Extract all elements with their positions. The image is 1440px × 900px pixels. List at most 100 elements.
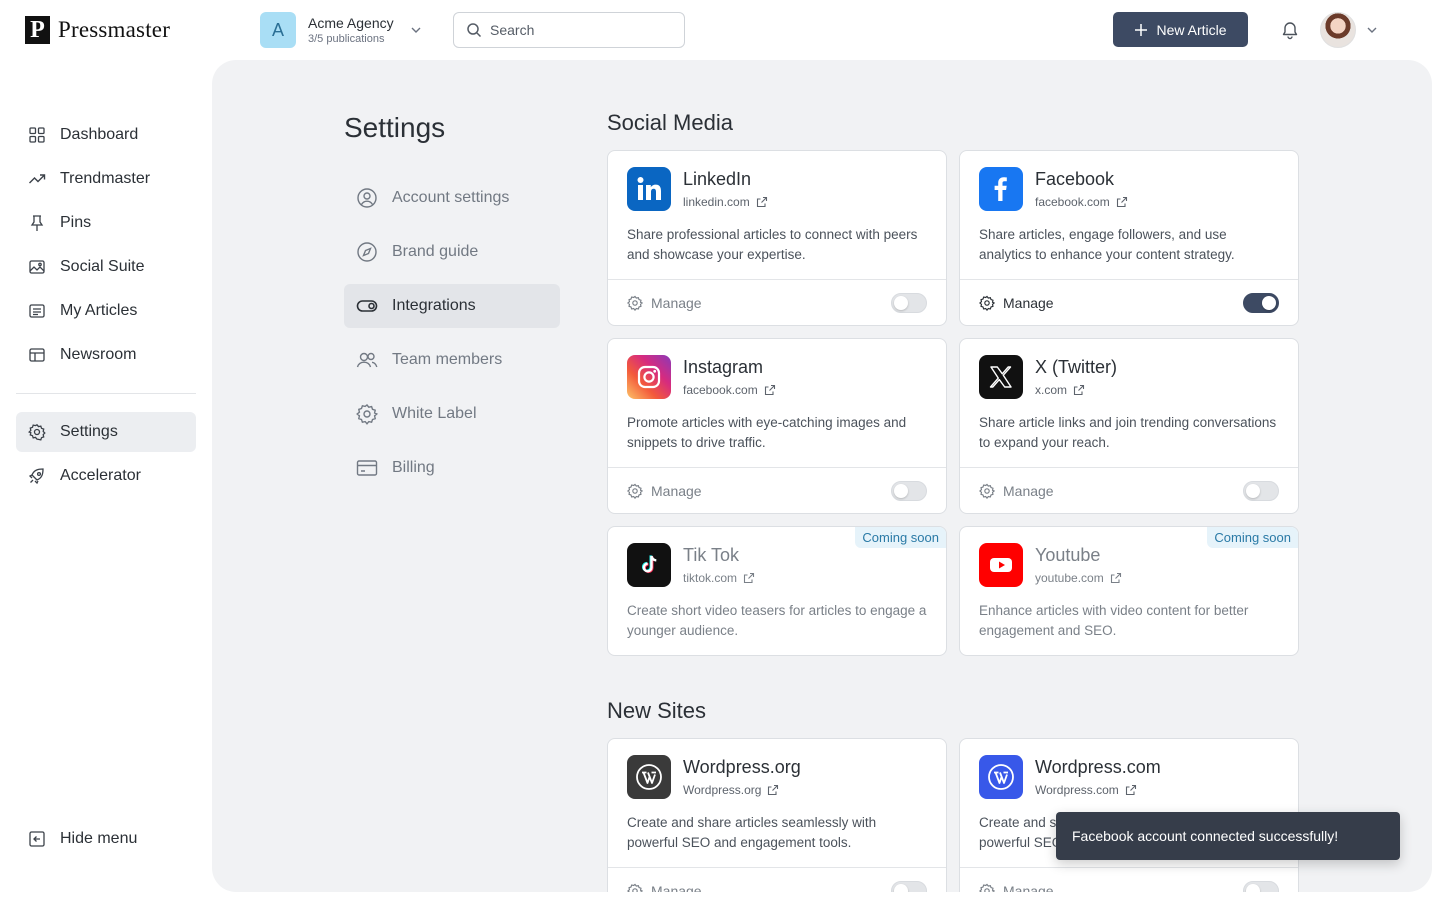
manage-label: Manage	[651, 482, 702, 499]
integration-url[interactable]: Wordpress.com	[1035, 783, 1161, 797]
new-article-button[interactable]: New Article	[1113, 12, 1248, 47]
manage-button[interactable]: Manage	[627, 882, 702, 893]
sidebar: Dashboard Trendmaster Pins Social Suite …	[16, 115, 196, 500]
integration-toggle[interactable]	[1243, 292, 1279, 313]
toast-message: Facebook account connected successfully!	[1072, 828, 1339, 844]
manage-button[interactable]: Manage	[979, 295, 1054, 311]
integration-url-text: x.com	[1035, 383, 1068, 397]
org-publications: 3/5 publications	[308, 33, 385, 45]
org-name: Acme Agency	[308, 15, 394, 31]
sidebar-item-label: Settings	[60, 423, 118, 440]
sidebar-item-pins[interactable]: Pins	[16, 203, 196, 243]
app-name: Pressmaster	[58, 17, 171, 42]
integration-name: Instagram	[683, 357, 764, 377]
toast-notification: Facebook account connected successfully!	[1056, 812, 1400, 860]
integration-toggle[interactable]	[891, 292, 927, 313]
avatar	[1320, 12, 1356, 48]
sidebar-item-my-articles[interactable]: My Articles	[16, 291, 196, 331]
settings-nav-team-members[interactable]: Team members	[344, 338, 560, 382]
settings-nav-white-label[interactable]: White Label	[344, 392, 560, 436]
integration-card-instagram: Instagram facebook.com Promote articles …	[607, 338, 947, 514]
integration-url-text: linkedin.com	[683, 195, 750, 209]
chevron-down-icon	[411, 27, 421, 33]
integration-name: LinkedIn	[683, 169, 752, 189]
manage-label: Manage	[1003, 482, 1054, 499]
integration-name: Wordpress.com	[1035, 757, 1161, 777]
sidebar-item-settings[interactable]: Settings	[16, 412, 196, 452]
sidebar-item-label: My Articles	[60, 302, 138, 319]
integration-url[interactable]: tiktok.com	[683, 571, 755, 585]
image-icon	[29, 260, 45, 274]
integration-url[interactable]: linkedin.com	[683, 195, 768, 209]
integration-url[interactable]: Wordpress.org	[683, 783, 801, 797]
integration-name: Wordpress.org	[683, 757, 801, 777]
manage-button[interactable]: Manage	[627, 295, 702, 311]
gear-icon	[627, 483, 643, 499]
hide-menu-label: Hide menu	[60, 830, 138, 847]
sidebar-item-social-suite[interactable]: Social Suite	[16, 247, 196, 287]
manage-label: Manage	[651, 294, 702, 311]
sidebar-item-dashboard[interactable]: Dashboard	[16, 115, 196, 155]
external-link-icon	[743, 572, 755, 584]
external-link-icon	[1073, 384, 1085, 396]
compass-icon	[357, 242, 377, 262]
manage-label: Manage	[651, 882, 702, 893]
gear-icon	[627, 295, 643, 311]
settings-nav-brand-guide[interactable]: Brand guide	[344, 230, 560, 274]
integration-description: Share articles, engage followers, and us…	[979, 227, 1235, 262]
external-link-icon	[1125, 784, 1136, 796]
settings-nav-integrations[interactable]: Integrations	[344, 284, 560, 328]
integration-url-text: facebook.com	[683, 383, 758, 397]
integration-toggle[interactable]	[1243, 880, 1279, 892]
app-logo[interactable]: P Pressmaster	[25, 16, 170, 44]
integration-card-facebook: Facebook facebook.com Share articles, en…	[959, 150, 1299, 326]
integration-description: Share article links and join trending co…	[979, 415, 1277, 450]
wordpress-icon	[979, 755, 1023, 799]
integration-toggle[interactable]	[1243, 480, 1279, 501]
bell-icon[interactable]	[1280, 20, 1300, 40]
gear-icon	[979, 295, 995, 311]
manage-button[interactable]: Manage	[979, 883, 1054, 892]
integration-toggle[interactable]	[891, 880, 927, 892]
section-title-social: Social Media	[607, 110, 733, 135]
plus-icon	[1135, 23, 1148, 36]
hide-menu-button[interactable]: Hide menu	[16, 819, 196, 859]
users-icon	[356, 352, 378, 368]
integration-name: Youtube	[1035, 545, 1101, 565]
sidebar-item-accelerator[interactable]: Accelerator	[16, 456, 196, 496]
manage-button[interactable]: Manage	[979, 483, 1054, 499]
settings-nav-account[interactable]: Account settings	[344, 176, 560, 220]
top-bar: P Pressmaster A Acme Agency 3/5 publicat…	[0, 0, 1440, 60]
search-box[interactable]	[453, 12, 685, 48]
integration-card-wordpress-org: Wordpress.org Wordpress.org Create and s…	[607, 738, 947, 892]
search-input[interactable]	[490, 22, 670, 38]
rocket-icon	[28, 468, 44, 485]
gear-icon	[28, 423, 46, 441]
sidebar-item-trendmaster[interactable]: Trendmaster	[16, 159, 196, 199]
integration-card-youtube: Coming soon Youtube youtube.com Enhance …	[959, 526, 1299, 656]
integration-url[interactable]: facebook.com	[683, 383, 776, 397]
youtube-icon	[979, 543, 1023, 587]
integration-url[interactable]: youtube.com	[1035, 571, 1122, 585]
integration-name: X (Twitter)	[1035, 357, 1118, 377]
user-menu[interactable]	[1320, 12, 1378, 48]
integration-toggle[interactable]	[891, 480, 927, 501]
main-content: Settings Account settings Brand guide In…	[212, 60, 1432, 892]
integration-url[interactable]: x.com	[1035, 383, 1117, 397]
integration-url[interactable]: facebook.com	[1035, 195, 1128, 209]
gear-icon	[627, 883, 643, 892]
new-article-label: New Article	[1156, 21, 1227, 38]
sidebar-item-label: Accelerator	[60, 467, 141, 484]
manage-button[interactable]: Manage	[627, 483, 702, 499]
integration-card-x: X (Twitter) x.com Share article links an…	[959, 338, 1299, 514]
external-link-icon	[1110, 572, 1121, 584]
sidebar-item-newsroom[interactable]: Newsroom	[16, 335, 196, 375]
settings-nav-label: Brand guide	[392, 243, 479, 260]
external-link-icon	[764, 384, 775, 396]
settings-nav-billing[interactable]: Billing	[344, 446, 560, 490]
settings-nav-label: Team members	[392, 351, 503, 368]
org-switcher[interactable]: A Acme Agency 3/5 publications	[260, 12, 422, 48]
gear-icon	[979, 883, 995, 892]
wordpress-icon	[627, 755, 671, 799]
articles-icon	[29, 304, 45, 318]
